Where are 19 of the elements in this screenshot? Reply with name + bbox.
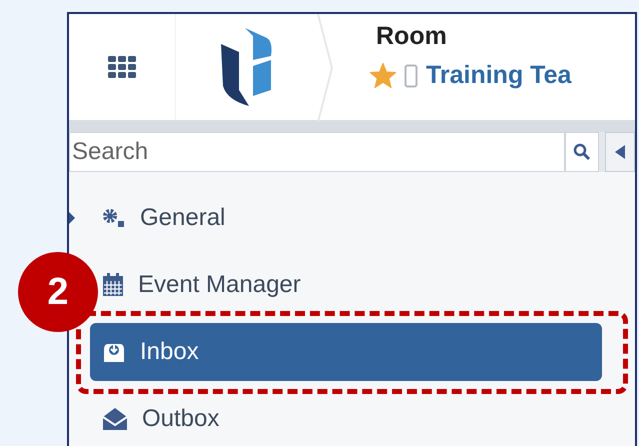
calendar-icon bbox=[102, 272, 124, 296]
logo-icon bbox=[219, 28, 273, 106]
search-button[interactable] bbox=[565, 132, 600, 172]
menu-item[interactable]: Event Manager bbox=[102, 256, 309, 314]
search-field[interactable]: Search bbox=[69, 132, 566, 172]
room-name[interactable]: Training Tea bbox=[426, 61, 572, 90]
phone-icon bbox=[404, 64, 418, 88]
expand-arrow-icon[interactable] bbox=[69, 210, 75, 226]
room-label: Room bbox=[376, 22, 448, 51]
menu-item[interactable]: Outbox bbox=[102, 390, 228, 446]
apps-grid-icon[interactable] bbox=[108, 56, 136, 78]
star-icon[interactable] bbox=[370, 63, 396, 88]
arrow-left-icon bbox=[613, 143, 628, 161]
back-button[interactable] bbox=[605, 132, 635, 172]
menu-item[interactable]: General bbox=[102, 188, 234, 246]
menu-item[interactable]: Inbox bbox=[90, 322, 602, 380]
gears-icon bbox=[102, 208, 126, 228]
search-icon bbox=[573, 143, 592, 161]
envelope-icon bbox=[102, 406, 128, 430]
